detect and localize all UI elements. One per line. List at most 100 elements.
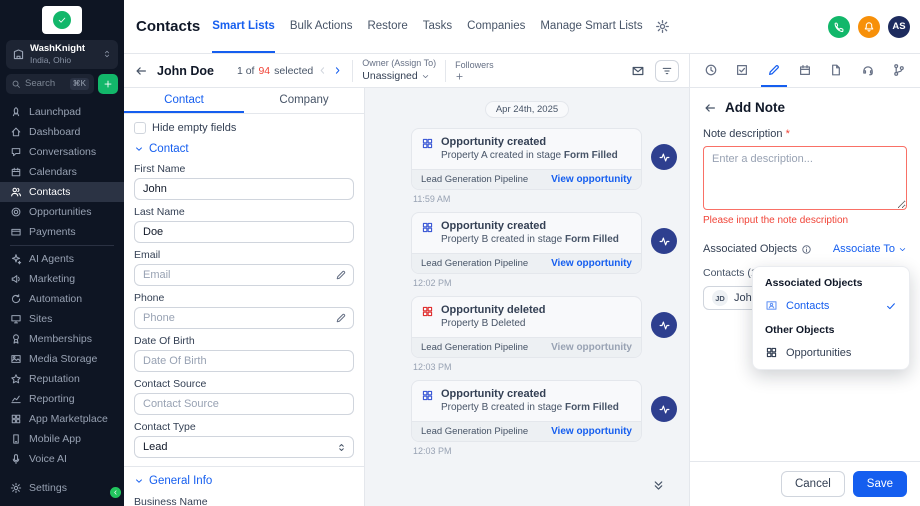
back-icon[interactable] [134, 64, 148, 78]
cancel-button[interactable]: Cancel [781, 471, 845, 497]
sidebar-item-media-storage[interactable]: Media Storage [0, 349, 124, 369]
tab-history[interactable] [698, 54, 724, 87]
note-back-icon[interactable] [703, 101, 717, 115]
next-record-icon[interactable] [332, 65, 343, 76]
email-icon[interactable] [631, 64, 645, 78]
sidebar-item-app-marketplace[interactable]: App Marketplace [0, 409, 124, 429]
connections-icon [892, 63, 906, 77]
general-info-section-toggle[interactable]: General Info [134, 475, 354, 487]
grid-icon [10, 413, 22, 425]
sidebar-item-mobile-app[interactable]: Mobile App [0, 429, 124, 449]
workspace-switcher[interactable]: WashKnight India, Ohio [6, 40, 118, 69]
sidebar-item-reputation[interactable]: Reputation [0, 369, 124, 389]
sidebar-item-sites[interactable]: Sites [0, 309, 124, 329]
field-label: Last Name [134, 206, 354, 218]
sidebar-item-calendars[interactable]: Calendars [0, 162, 124, 182]
smart-lists-settings-icon[interactable] [655, 19, 670, 34]
edit-pencil-icon[interactable] [335, 312, 347, 324]
notifications-button[interactable] [858, 16, 880, 38]
sidebar-item-contacts[interactable]: Contacts [0, 182, 124, 202]
tab-appointments[interactable] [792, 54, 818, 87]
tab-smart-lists[interactable]: Smart Lists [212, 0, 275, 53]
sidebar-item-reporting[interactable]: Reporting [0, 389, 124, 409]
appointments-icon [798, 63, 812, 77]
tab-notes[interactable] [761, 54, 787, 87]
user-avatar[interactable]: AS [888, 16, 910, 38]
tab-tasks[interactable]: Tasks [423, 0, 452, 53]
search-icon [11, 79, 21, 89]
sidebar-item-opportunities[interactable]: Opportunities [0, 202, 124, 222]
tab-manage-smart-lists[interactable]: Manage Smart Lists [540, 0, 642, 53]
followers-control[interactable]: Followers [455, 60, 494, 80]
followers-label: Followers [455, 60, 494, 71]
first-name-input[interactable] [134, 178, 354, 200]
view-opportunity-link[interactable]: View opportunity [551, 174, 632, 185]
tab-bulk-actions[interactable]: Bulk Actions [290, 0, 353, 53]
view-opportunity-link[interactable]: View opportunity [551, 342, 632, 353]
tab-connections[interactable] [886, 54, 912, 87]
sidebar-item-label: Payments [29, 226, 76, 238]
contact-section-toggle[interactable]: Contact [134, 143, 354, 155]
phone-input[interactable] [134, 307, 354, 329]
sidebar-item-marketing[interactable]: Marketing [0, 269, 124, 289]
tab-restore[interactable]: Restore [367, 0, 407, 53]
sidebar-item-launchpad[interactable]: Launchpad [0, 102, 124, 122]
prev-record-icon[interactable] [317, 65, 328, 76]
owner-select[interactable]: Owner (Assign To) Unassigned [362, 58, 436, 82]
record-bar: John Doe 1 of 94 selected Owner (Assign … [124, 54, 689, 88]
phone-button[interactable] [828, 16, 850, 38]
documents-icon [829, 63, 843, 77]
tab-contact[interactable]: Contact [124, 88, 244, 113]
sidebar-item-payments[interactable]: Payments [0, 222, 124, 242]
sidebar-item-label: Opportunities [29, 206, 91, 218]
field-label: Email [134, 249, 354, 261]
edit-pencil-icon[interactable] [335, 269, 347, 281]
sidebar-item-memberships[interactable]: Memberships [0, 329, 124, 349]
bell-icon [863, 21, 875, 33]
tab-companies[interactable]: Companies [467, 0, 525, 53]
monitor-icon [10, 313, 22, 325]
hide-empty-checkbox[interactable] [134, 122, 146, 134]
date-of-birth-input[interactable] [134, 350, 354, 372]
record-tab-strip [690, 54, 920, 88]
sidebar-item-voice-ai[interactable]: Voice AI [0, 449, 124, 469]
help-widget-badge[interactable] [108, 485, 123, 500]
associate-to-button[interactable]: Associate To [833, 243, 907, 255]
dropdown-section-header: Associated Objects [753, 271, 909, 293]
view-opportunity-link[interactable]: View opportunity [551, 426, 632, 437]
sidebar-item-settings[interactable]: Settings [0, 478, 124, 498]
sidebar-item-label: Contacts [29, 186, 70, 198]
agency-logo[interactable] [42, 6, 82, 34]
note-description-input[interactable] [703, 146, 907, 210]
workspace-name: WashKnight [30, 44, 97, 55]
event-pipeline: Lead Generation Pipeline [421, 174, 528, 185]
tab-tasks[interactable] [729, 54, 755, 87]
dropdown-item-opportunities[interactable]: Opportunities [753, 340, 909, 365]
pager-count[interactable]: 94 [258, 65, 270, 77]
tab-company[interactable]: Company [244, 88, 364, 113]
contact-type-select[interactable]: Lead [134, 436, 354, 458]
add-follower-icon[interactable] [455, 72, 464, 81]
tab-documents[interactable] [823, 54, 849, 87]
timeline-event-card: Opportunity createdProperty A created in… [411, 128, 642, 190]
quick-add-button[interactable] [98, 74, 118, 94]
sidebar-item-ai-agents[interactable]: AI Agents [0, 249, 124, 269]
field-date-of-birth: Date Of Birth [134, 335, 354, 372]
view-opportunity-link[interactable]: View opportunity [551, 258, 632, 269]
gear-icon [10, 482, 22, 494]
event-time: 11:59 AM [413, 194, 642, 204]
last-name-input[interactable] [134, 221, 354, 243]
tab-support[interactable] [855, 54, 881, 87]
contact-source-input[interactable] [134, 393, 354, 415]
home-icon [10, 126, 22, 138]
search-input[interactable]: Search ⌘K [6, 74, 94, 94]
sidebar-item-conversations[interactable]: Conversations [0, 142, 124, 162]
sidebar-item-automation[interactable]: Automation [0, 289, 124, 309]
filter-button[interactable] [655, 60, 679, 82]
hide-empty-toggle[interactable]: Hide empty fields [134, 122, 354, 134]
sidebar-item-dashboard[interactable]: Dashboard [0, 122, 124, 142]
save-button[interactable]: Save [853, 471, 907, 497]
email-input[interactable] [134, 264, 354, 286]
dropdown-item-contacts[interactable]: Contacts [753, 293, 909, 318]
scroll-down-icon[interactable] [652, 479, 665, 492]
